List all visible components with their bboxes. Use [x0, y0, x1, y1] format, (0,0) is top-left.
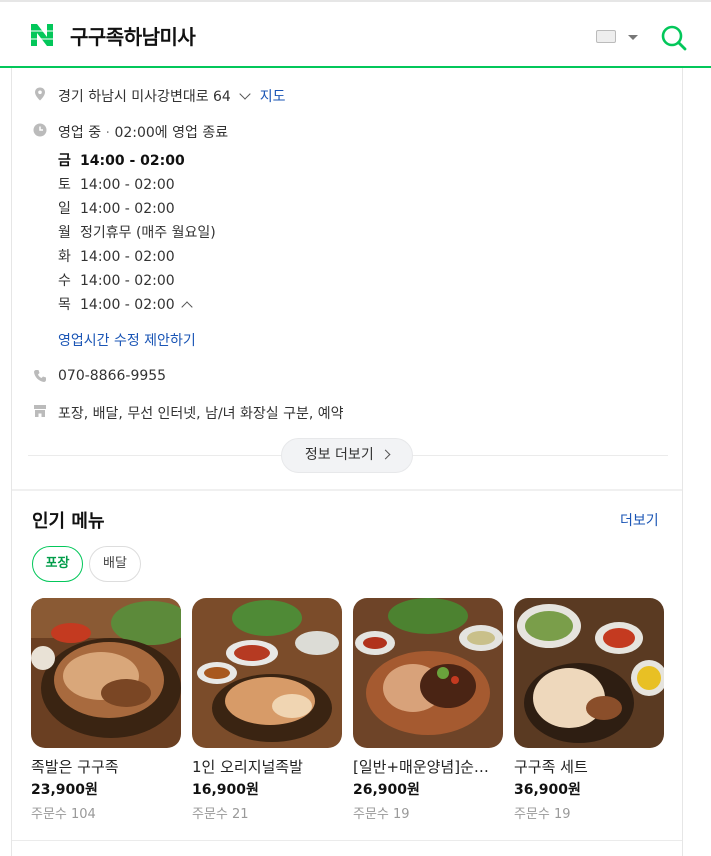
menu-item-price: 16,900원	[192, 782, 259, 798]
menu-card[interactable]: [일반+매운양념]순살족발 26,900원 주문수 19	[353, 598, 503, 822]
business-status-row: 영업 중 · 02:00에 영업 종료	[58, 125, 229, 141]
clock-icon	[33, 123, 47, 137]
address-row: 경기 하남시 미사강변대로 64 지도	[58, 86, 286, 106]
menu-card[interactable]: 1인 오리지널족발 16,900원 주문수 21	[192, 598, 342, 822]
menu-item-price: 36,900원	[514, 782, 581, 798]
store-icon	[34, 405, 46, 417]
more-info-button[interactable]: 정보 더보기	[281, 438, 413, 473]
menu-item-name: 족발은 구구족	[31, 758, 119, 776]
more-info-label: 정보 더보기	[304, 447, 374, 463]
menu-item-price: 26,900원	[353, 782, 420, 798]
menu-card[interactable]: 구구족 세트 36,900원 주문수 19	[514, 598, 664, 822]
menu-photo-jokbal[interactable]	[31, 598, 181, 748]
open-status: 영업 중	[58, 125, 102, 141]
bottom-separator	[12, 840, 682, 841]
chevron-down-icon[interactable]	[628, 35, 638, 40]
menu-photo-single-jokbal[interactable]	[192, 598, 342, 748]
suggest-hours-edit-link[interactable]: 영업시간 수정 제안하기	[58, 330, 196, 350]
menu-item-name: [일반+매운양념]순살족발	[353, 758, 501, 776]
menu-item-name: 1인 오리지널족발	[192, 758, 303, 776]
popular-menu-title: 인기 메뉴	[32, 511, 105, 532]
hours-row-wed: 수 14:00 - 02:00	[58, 273, 175, 289]
tab-delivery[interactable]: 배달	[89, 546, 141, 582]
section-separator	[12, 489, 682, 491]
map-link[interactable]: 지도	[260, 89, 286, 105]
hours-row-fri: 금 14:00 - 02:00	[58, 153, 185, 169]
menu-item-orders: 주문수 19	[514, 807, 571, 822]
page-title: 구구족하남미사	[70, 25, 196, 49]
menu-photo-set[interactable]	[514, 598, 664, 748]
hours-row-mon: 월 정기휴무 (매주 월요일)	[58, 225, 216, 241]
menu-more-link[interactable]: 더보기	[620, 510, 659, 530]
phone-number[interactable]: 070-8866-9955	[58, 368, 166, 384]
menu-item-name: 구구족 세트	[514, 758, 588, 776]
hours-row-sat: 토 14:00 - 02:00	[58, 177, 175, 193]
menu-card[interactable]: 족발은 구구족 23,900원 주문수 104	[31, 598, 181, 822]
phone-icon	[34, 370, 46, 382]
hours-row-thu: 목 14:00 - 02:00	[58, 294, 216, 318]
business-hours-list: 금 14:00 - 02:00 토 14:00 - 02:00 일 14:00 - 0…	[58, 150, 216, 318]
naver-logo-icon[interactable]	[29, 22, 55, 48]
hours-row-tue: 화 14:00 - 02:00	[58, 249, 175, 265]
menu-item-orders: 주문수 19	[353, 807, 410, 822]
search-icon[interactable]	[660, 24, 688, 52]
address-text: 경기 하남시 미사강변대로 64	[58, 89, 231, 105]
menu-photo-half-half-jokbal[interactable]	[353, 598, 503, 748]
amenities-text: 포장, 배달, 무선 인터넷, 남/녀 화장실 구분, 예약	[58, 406, 344, 422]
place-info-panel: 경기 하남시 미사강변대로 64 지도 영업 중 · 02:00에 영업 종료 …	[11, 68, 683, 856]
menu-item-orders: 주문수 21	[192, 807, 249, 822]
address-expand-chevron-icon[interactable]	[239, 88, 251, 100]
top-header: 구구족하남미사	[0, 0, 711, 68]
location-pin-icon	[35, 87, 45, 101]
hours-row-sun: 일 14:00 - 02:00	[58, 201, 175, 217]
chevron-right-icon	[380, 449, 391, 460]
close-time-text: 02:00에 영업 종료	[114, 125, 229, 141]
tab-takeout[interactable]: 포장	[32, 546, 83, 582]
collapse-hours-chevron-icon[interactable]	[180, 301, 193, 313]
menu-item-price: 23,900원	[31, 782, 98, 798]
menu-item-orders: 주문수 104	[31, 807, 96, 822]
keyboard-icon[interactable]	[596, 30, 616, 43]
